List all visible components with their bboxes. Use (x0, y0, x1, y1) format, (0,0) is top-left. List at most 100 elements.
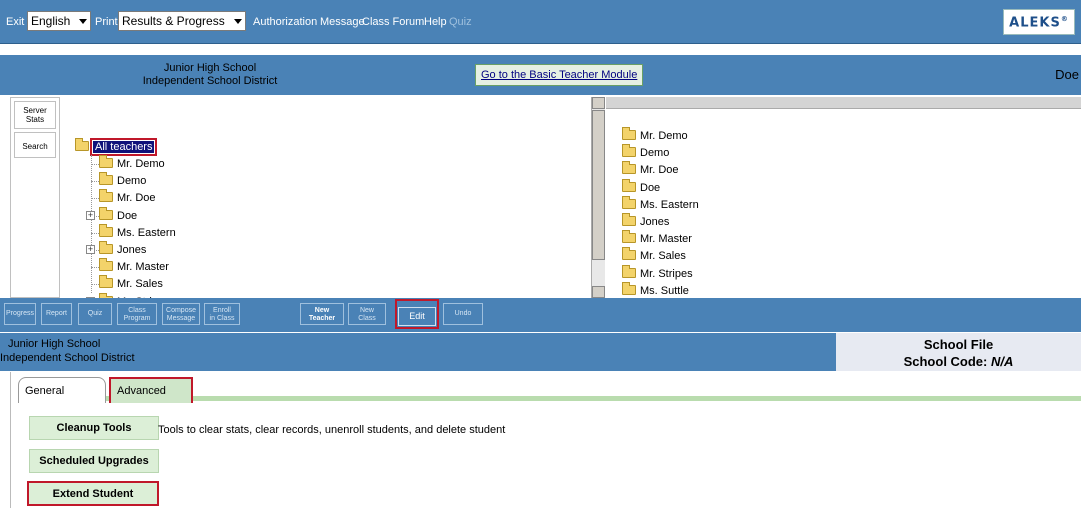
school-header: Junior High School Independent School Di… (0, 55, 1081, 95)
school-code-value: N/A (991, 354, 1014, 369)
folder-icon (622, 161, 636, 175)
edit-label: Edit (398, 307, 436, 326)
school-code: School Code: N/A (836, 353, 1081, 370)
authorization-link[interactable]: Authorization (253, 16, 317, 28)
right-pane-header (606, 97, 1081, 109)
tree-item[interactable]: Doe (99, 206, 138, 224)
tree-item[interactable]: Mr. Demo (99, 155, 165, 172)
tree-item-label: Ms. Eastern (640, 198, 699, 211)
new-teacher-button[interactable]: New Teacher (300, 303, 344, 325)
message-link[interactable]: Message (320, 16, 365, 28)
tree-item-label: Mr. Doe (117, 192, 156, 205)
folder-icon (622, 264, 636, 278)
tree-item-label: Ms. Suttle (640, 284, 689, 297)
tree-item[interactable]: Mr. Demo (622, 127, 688, 144)
school-name-2: Junior High School (8, 338, 101, 350)
compose-line1: Compose (166, 307, 196, 314)
tree-item[interactable]: Doe (622, 178, 661, 196)
tree-item-label: Mr. Demo (117, 158, 165, 170)
folder-icon (622, 230, 636, 244)
quiz-button[interactable]: Quiz (78, 303, 112, 325)
progress-button[interactable]: Progress (4, 303, 36, 325)
tree-item[interactable]: Mr. Sales (622, 247, 686, 264)
new-class-button[interactable]: New Class (348, 303, 386, 325)
folder-icon (99, 206, 113, 220)
enroll-in-class-button[interactable]: Enroll in Class (204, 303, 240, 325)
tree-item-label: Mr. Sales (117, 278, 163, 291)
cleanup-tools-description: Tools to clear stats, clear records, une… (158, 424, 506, 436)
registered-mark: ® (1060, 15, 1069, 23)
tree-item[interactable]: Ms. Eastern (99, 223, 176, 241)
logo-text: ALEKS (1009, 15, 1061, 31)
tree-item[interactable]: Mr. Master (99, 258, 169, 275)
compose-message-button[interactable]: Compose Message (162, 303, 200, 325)
scheduled-upgrades-button[interactable]: Scheduled Upgrades (29, 449, 159, 473)
edit-button[interactable]: Edit (395, 299, 439, 329)
aleks-logo: ALEKS® (1003, 9, 1075, 35)
server-stats-button[interactable]: Server Stats (14, 101, 56, 129)
new-class-line1: New (359, 307, 374, 314)
basic-teacher-module-link[interactable]: Go to the Basic Teacher Module (475, 64, 644, 86)
tree-item[interactable]: Mr. Sales (99, 275, 163, 292)
tree-item[interactable]: Mr. Doe (622, 161, 679, 178)
class-program-line1: Class (128, 307, 146, 314)
tree-item[interactable]: Jones (622, 213, 670, 230)
undo-button[interactable]: Undo (443, 303, 483, 325)
new-class-line2: Class (358, 315, 376, 322)
report-select-value: Results & Progress (122, 14, 225, 28)
tree-item[interactable]: Mr. Stripes (622, 264, 693, 282)
school-info: Junior High School Independent School Di… (0, 62, 420, 88)
folder-icon (99, 172, 113, 186)
help-link[interactable]: Help (424, 16, 447, 28)
tree-item-label: Ms. Eastern (117, 226, 176, 239)
scroll-up-icon[interactable] (592, 97, 605, 109)
search-button[interactable]: Search (14, 132, 56, 158)
tab-advanced[interactable]: Advanced (109, 377, 193, 403)
tree-item-label: Doe (640, 181, 661, 194)
left-tree-scrollbar[interactable] (591, 97, 605, 298)
teacher-tree-right: Mr. Demo Demo Mr. Doe Doe Ms. Eastern Jones Mr… (606, 97, 1081, 298)
tree-root-all-teachers[interactable]: All teachers (75, 138, 158, 156)
tree-item[interactable]: Demo (622, 144, 669, 161)
all-teachers-label: All teachers (89, 138, 158, 156)
district-name: Independent School District (142, 75, 278, 87)
cleanup-tools-button[interactable]: Cleanup Tools (29, 416, 159, 440)
class-forum-link[interactable]: Class Forum (362, 16, 424, 28)
report-button[interactable]: Report (41, 303, 72, 325)
language-select[interactable]: English (27, 11, 91, 31)
tree-item-label: Mr. Master (640, 233, 692, 246)
tree-item[interactable]: Ms. Eastern (622, 195, 699, 213)
expand-plus-icon[interactable]: + (86, 245, 95, 254)
tree-item-label: Doe (117, 209, 138, 222)
tree-item[interactable]: Jones (99, 241, 147, 258)
tree-item-label: Jones (640, 216, 670, 228)
tree-item-label: Jones (117, 244, 147, 256)
folder-icon (622, 178, 636, 192)
tree-item[interactable]: Ms. Suttle (622, 281, 689, 299)
tree-item[interactable]: Demo (99, 172, 146, 189)
compose-line2: Message (166, 315, 196, 322)
folder-icon (99, 189, 113, 203)
scroll-down-icon[interactable] (592, 286, 605, 298)
school-file-title: School File (923, 337, 994, 352)
folder-icon (622, 127, 636, 140)
tree-item[interactable]: Mr. Master (622, 230, 692, 247)
action-toolbar: Progress Report Quiz Class Program Compos… (0, 298, 1081, 332)
quiz-link[interactable]: Quiz (449, 16, 472, 28)
school-file-bar: Junior High School Independent School Di… (0, 333, 1081, 371)
class-program-button[interactable]: Class Program (117, 303, 157, 325)
exit-link[interactable]: Exit (6, 16, 24, 28)
new-teacher-line2: Teacher (308, 315, 336, 322)
scroll-thumb[interactable] (592, 110, 605, 260)
report-select[interactable]: Results & Progress (118, 11, 246, 31)
expand-plus-icon[interactable]: + (86, 210, 95, 220)
extend-student-accounts-button[interactable]: Extend Student Accounts (27, 481, 159, 506)
folder-icon (622, 247, 636, 261)
enroll-line1: Enroll (213, 307, 231, 314)
tree-item[interactable]: Mr. Doe (99, 189, 156, 206)
tree-item-label: Mr. Sales (640, 250, 686, 263)
user-name: Doe (1055, 67, 1079, 82)
tab-general[interactable]: General (18, 377, 106, 403)
folder-icon (99, 241, 113, 254)
print-link[interactable]: Print (95, 16, 118, 28)
